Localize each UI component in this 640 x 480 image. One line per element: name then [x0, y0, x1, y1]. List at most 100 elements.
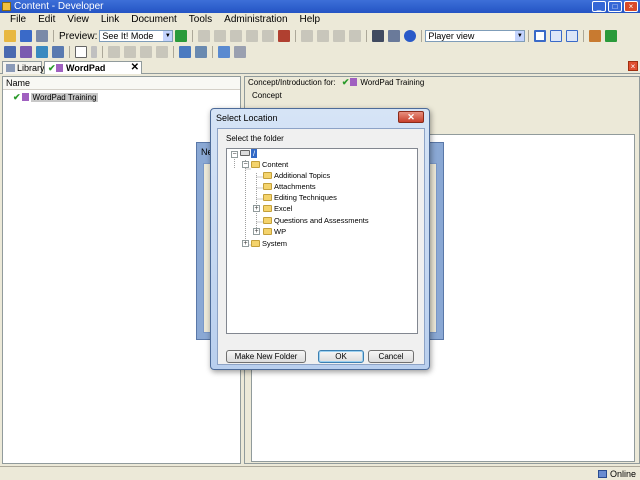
chevron-down-icon[interactable] — [91, 46, 97, 58]
close-window-button[interactable]: × — [624, 1, 638, 12]
tab-library[interactable]: Library — [2, 61, 45, 74]
cancel-button[interactable]: Cancel — [368, 350, 414, 363]
new-document-icon[interactable] — [4, 46, 16, 58]
menu-help[interactable]: Help — [294, 13, 327, 27]
tree-node-editing-techniques[interactable]: Editing Techniques — [263, 193, 337, 203]
tree-node-wp[interactable]: WP — [263, 227, 286, 237]
checkmark-icon: ✔ — [48, 63, 56, 73]
duplicate-icon[interactable] — [262, 30, 275, 42]
toolbar-separator — [53, 30, 54, 42]
question-mark-icon[interactable] — [75, 46, 87, 58]
folder-label: Attachments — [274, 182, 316, 191]
tree-node-attachments[interactable]: Attachments — [263, 182, 316, 192]
delete-icon[interactable] — [246, 30, 259, 42]
expander-excel[interactable]: + — [253, 205, 260, 212]
find-icon[interactable] — [278, 30, 291, 42]
undo-icon[interactable] — [301, 30, 314, 42]
move-down-icon[interactable] — [156, 46, 168, 58]
play-preview-icon[interactable] — [175, 30, 188, 42]
folder-label: Questions and Assessments — [274, 216, 369, 225]
folder-icon — [251, 240, 260, 247]
folder-tree[interactable]: − / − Content Additional Topics Attachme… — [226, 148, 418, 334]
toolbar-separator — [583, 30, 585, 42]
layout-split-vertical-icon[interactable] — [566, 30, 579, 42]
expander-wp[interactable]: + — [253, 228, 260, 235]
expander-root[interactable]: − — [231, 151, 238, 158]
view-mode-value: Player view — [428, 31, 475, 41]
publish-icon[interactable] — [218, 46, 230, 58]
preview-mode-select[interactable]: See It! Mode ▼ — [99, 30, 174, 42]
menu-file[interactable]: File — [4, 13, 32, 27]
concept-document-name: WordPad Training — [360, 78, 425, 87]
connection-status: Online — [597, 468, 636, 480]
print-icon[interactable] — [36, 30, 48, 42]
link-icon[interactable] — [179, 46, 191, 58]
document-icon — [350, 78, 358, 86]
folder-icon — [251, 161, 260, 168]
tab-label: Library — [17, 63, 45, 73]
tab-wordpad-training[interactable]: ✔ WordPad Training ✕ — [44, 61, 142, 85]
tree-node-system[interactable]: System — [251, 239, 287, 249]
menu-administration[interactable]: Administration — [218, 13, 293, 27]
toolbar-separator — [192, 30, 194, 42]
close-icon[interactable]: × — [628, 61, 638, 71]
move-left-icon[interactable] — [108, 46, 120, 58]
tree-node-excel[interactable]: Excel — [263, 204, 292, 214]
open-icon[interactable] — [4, 30, 16, 42]
collapse-icon[interactable] — [333, 30, 346, 42]
folder-icon — [263, 183, 272, 190]
tree-item-document[interactable]: ✔ WordPad Training — [13, 92, 99, 103]
maximize-button[interactable]: □ — [608, 1, 622, 12]
save-icon[interactable] — [20, 30, 32, 42]
expand-icon[interactable] — [349, 30, 362, 42]
cut-icon[interactable] — [198, 30, 211, 42]
help-icon[interactable] — [404, 30, 417, 42]
make-new-folder-button[interactable]: Make New Folder — [226, 350, 306, 363]
concept-label: Concept — [252, 91, 282, 100]
tree-node-content[interactable]: Content — [251, 160, 288, 170]
menu-link[interactable]: Link — [95, 13, 125, 27]
spellcheck-icon[interactable] — [388, 30, 401, 42]
move-up-icon[interactable] — [140, 46, 152, 58]
toolbar-separator — [69, 46, 70, 58]
close-tab-icon[interactable]: ✕ — [131, 62, 139, 74]
view-mode-select[interactable]: Player view ▼ — [425, 30, 526, 42]
binoculars-icon[interactable] — [372, 30, 385, 42]
layout-split-horizontal-icon[interactable] — [550, 30, 563, 42]
refresh-icon[interactable] — [605, 30, 618, 42]
window-title: Content - Developer — [14, 1, 104, 12]
dialog-close-button[interactable]: ✕ — [398, 111, 424, 123]
unlink-icon[interactable] — [195, 46, 207, 58]
folder-label: System — [262, 239, 288, 248]
menu-view[interactable]: View — [61, 13, 95, 27]
properties-icon[interactable] — [589, 30, 602, 42]
minimize-button[interactable]: _ — [592, 1, 606, 12]
move-right-icon[interactable] — [124, 46, 136, 58]
document-properties-icon[interactable] — [234, 46, 246, 58]
tree-node-questions-and-assessments[interactable]: Questions and Assessments — [263, 216, 369, 226]
menu-edit[interactable]: Edit — [32, 13, 61, 27]
toolbar-separator — [528, 30, 530, 42]
chevron-down-icon: ▼ — [163, 31, 173, 41]
document-tabs: Library ✔ WordPad Training ✕ — [0, 60, 640, 85]
expander-system[interactable]: + — [242, 240, 249, 247]
folder-label: Excel — [274, 204, 293, 213]
toolbar-separator — [366, 30, 368, 42]
paste-icon[interactable] — [230, 30, 243, 42]
menu-tools[interactable]: Tools — [183, 13, 218, 27]
select-location-dialog: Select Location ✕ Select the folder − / … — [210, 108, 430, 370]
toolbar-separator — [212, 46, 213, 58]
menu-document[interactable]: Document — [125, 13, 183, 27]
folder-icon — [263, 217, 272, 224]
insert-frame-icon[interactable] — [52, 46, 64, 58]
layout-single-icon[interactable] — [534, 30, 547, 42]
expander-content[interactable]: − — [242, 161, 249, 168]
tree-node-root[interactable]: / — [240, 149, 258, 159]
column-header-name[interactable]: Name — [3, 77, 240, 90]
redo-icon[interactable] — [317, 30, 330, 42]
new-topic-icon[interactable] — [36, 46, 48, 58]
copy-icon[interactable] — [214, 30, 227, 42]
ok-button[interactable]: OK — [318, 350, 364, 363]
tree-node-additional-topics[interactable]: Additional Topics — [263, 171, 330, 181]
new-module-icon[interactable] — [20, 46, 32, 58]
